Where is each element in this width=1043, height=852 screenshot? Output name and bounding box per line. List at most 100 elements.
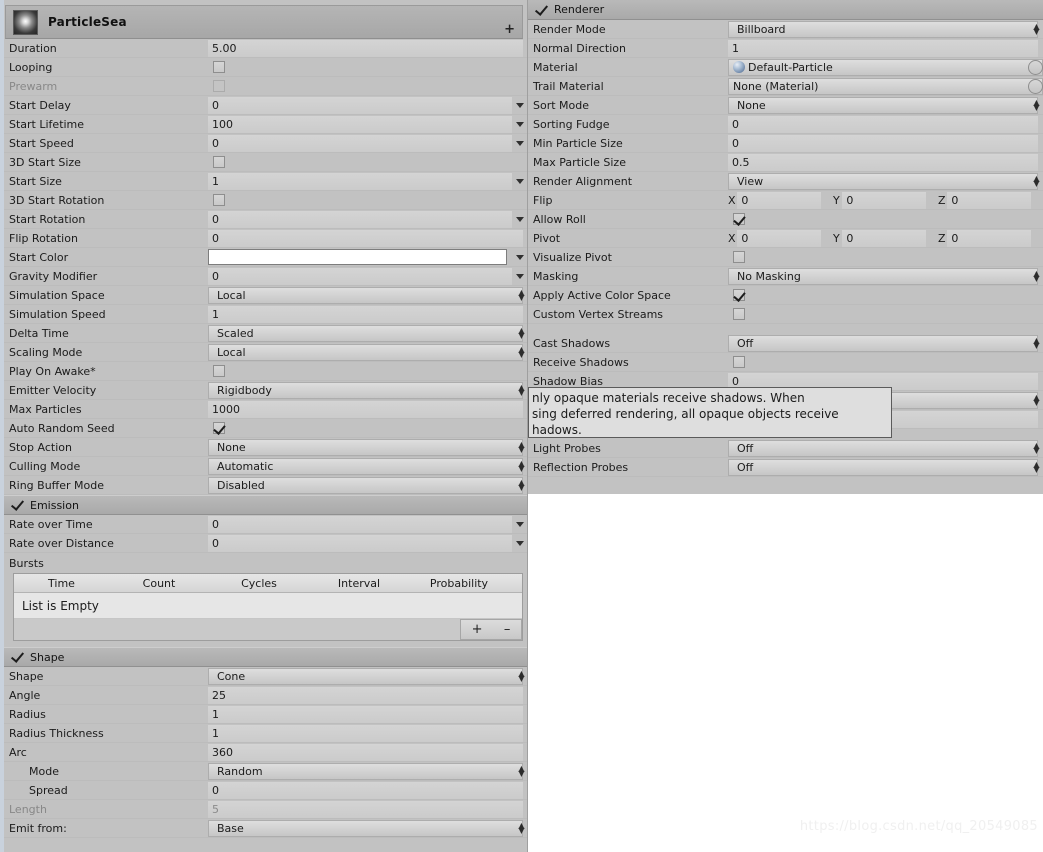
number-field[interactable]: 5.00 — [208, 40, 523, 57]
number-field[interactable]: 0.5 — [728, 154, 1038, 171]
dropdown-field[interactable]: Billboard — [728, 21, 1038, 38]
number-field[interactable]: 1 — [728, 40, 1038, 57]
dropdown-field[interactable]: No Masking — [728, 268, 1038, 285]
number-field[interactable]: 1 — [208, 706, 523, 723]
updown-arrows-icon[interactable]: ▲▼ — [518, 823, 525, 834]
number-field[interactable]: 100 — [208, 116, 512, 133]
object-picker-icon[interactable] — [1028, 60, 1043, 75]
dropdown-field[interactable]: Local — [208, 344, 523, 361]
number-field[interactable]: 0 — [208, 211, 512, 228]
updown-arrows-icon[interactable]: ▲▼ — [1033, 100, 1040, 111]
checkbox[interactable] — [733, 213, 745, 225]
dropdown-field[interactable]: View — [728, 173, 1038, 190]
checkbox[interactable] — [213, 80, 225, 92]
chevron-down-icon[interactable] — [516, 179, 524, 184]
updown-arrows-icon[interactable]: ▲▼ — [518, 671, 525, 682]
dropdown-field[interactable]: Off — [728, 440, 1038, 457]
updown-arrows-icon[interactable]: ▲▼ — [1033, 443, 1040, 454]
dropdown-field[interactable]: Off — [728, 459, 1038, 476]
dropdown-field[interactable]: None — [728, 97, 1038, 114]
updown-arrows-icon[interactable]: ▲▼ — [518, 461, 525, 472]
updown-arrows-icon[interactable]: ▲▼ — [1033, 24, 1040, 35]
add-module-button[interactable]: + — [504, 25, 515, 35]
axis-input-x[interactable]: 0 — [737, 192, 821, 209]
number-field[interactable]: 0 — [208, 135, 512, 152]
updown-arrows-icon[interactable]: ▲▼ — [518, 290, 525, 301]
updown-arrows-icon[interactable]: ▲▼ — [1033, 338, 1040, 349]
chevron-down-icon[interactable] — [516, 103, 524, 108]
dropdown-field[interactable]: Rigidbody — [208, 382, 523, 399]
number-field[interactable]: 0 — [208, 535, 512, 552]
updown-arrows-icon[interactable]: ▲▼ — [518, 766, 525, 777]
chevron-down-icon[interactable] — [516, 255, 524, 260]
chevron-down-icon[interactable] — [516, 122, 524, 127]
number-field[interactable]: 0 — [208, 782, 523, 799]
chevron-down-icon[interactable] — [516, 541, 524, 546]
number-field[interactable]: 1 — [208, 173, 512, 190]
dropdown-field[interactable]: Off — [728, 335, 1038, 352]
updown-arrows-icon[interactable]: ▲▼ — [518, 328, 525, 339]
color-swatch[interactable] — [208, 249, 507, 265]
checkbox[interactable] — [213, 422, 225, 434]
shape-enabled-checkbox[interactable] — [11, 651, 24, 663]
updown-arrows-icon[interactable]: ▲▼ — [518, 442, 525, 453]
particle-system-header[interactable]: ParticleSea + — [5, 5, 523, 39]
checkbox[interactable] — [213, 365, 225, 377]
checkbox[interactable] — [733, 251, 745, 263]
updown-arrows-icon[interactable]: ▲▼ — [1033, 176, 1040, 187]
number-field[interactable]: 0 — [728, 135, 1038, 152]
axis-input-z[interactable]: 0 — [947, 192, 1031, 209]
object-field[interactable]: Default-Particle — [728, 59, 1043, 76]
updown-arrows-icon[interactable]: ▲▼ — [1033, 462, 1040, 473]
dropdown-field[interactable]: Base — [208, 820, 523, 837]
axis-input-x[interactable]: 0 — [737, 230, 821, 247]
dropdown-field[interactable]: Local — [208, 287, 523, 304]
checkbox[interactable] — [733, 308, 745, 320]
number-field[interactable]: 0 — [208, 268, 512, 285]
row-spacer — [528, 324, 1043, 334]
checkbox[interactable] — [213, 156, 225, 168]
chevron-down-icon[interactable] — [516, 217, 524, 222]
chevron-down-icon[interactable] — [516, 141, 524, 146]
updown-arrows-icon[interactable]: ▲▼ — [1033, 395, 1040, 406]
section-header-emission[interactable]: Emission — [4, 495, 528, 515]
number-field[interactable]: 0 — [208, 230, 523, 247]
number-field[interactable]: 360 — [208, 744, 523, 761]
dropdown-field[interactable]: Automatic — [208, 458, 523, 475]
bursts-list[interactable]: TimeCountCyclesIntervalProbability List … — [13, 573, 523, 641]
dropdown-field[interactable]: Random — [208, 763, 523, 780]
dropdown-field[interactable]: Cone — [208, 668, 523, 685]
number-field[interactable]: 0 — [208, 516, 512, 533]
remove-burst-button[interactable]: – — [504, 622, 511, 637]
dropdown-field[interactable]: Scaled — [208, 325, 523, 342]
number-field[interactable]: 1 — [208, 725, 523, 742]
axis-input-y[interactable]: 0 — [842, 230, 926, 247]
updown-arrows-icon[interactable]: ▲▼ — [518, 385, 525, 396]
axis-input-y[interactable]: 0 — [842, 192, 926, 209]
emission-enabled-checkbox[interactable] — [11, 499, 24, 511]
updown-arrows-icon[interactable]: ▲▼ — [518, 480, 525, 491]
checkbox[interactable] — [213, 194, 225, 206]
renderer-enabled-checkbox[interactable] — [535, 4, 548, 16]
dropdown-field[interactable]: None — [208, 439, 523, 456]
section-header-renderer[interactable]: Renderer — [528, 0, 1043, 20]
number-field[interactable]: 25 — [208, 687, 523, 704]
object-field[interactable]: None (Material) — [728, 78, 1043, 95]
number-field[interactable]: 0 — [208, 97, 512, 114]
checkbox[interactable] — [733, 289, 745, 301]
checkbox[interactable] — [213, 61, 225, 73]
section-header-shape[interactable]: Shape — [4, 647, 528, 667]
axis-input-z[interactable]: 0 — [947, 230, 1031, 247]
checkbox[interactable] — [733, 356, 745, 368]
number-field[interactable]: 5 — [208, 801, 523, 818]
dropdown-field[interactable]: Disabled — [208, 477, 523, 494]
object-picker-icon[interactable] — [1028, 79, 1043, 94]
number-field[interactable]: 0 — [728, 116, 1038, 133]
chevron-down-icon[interactable] — [516, 522, 524, 527]
chevron-down-icon[interactable] — [516, 274, 524, 279]
add-burst-button[interactable]: + — [472, 622, 483, 637]
number-field[interactable]: 1 — [208, 306, 523, 323]
updown-arrows-icon[interactable]: ▲▼ — [1033, 271, 1040, 282]
updown-arrows-icon[interactable]: ▲▼ — [518, 347, 525, 358]
number-field[interactable]: 1000 — [208, 401, 523, 418]
